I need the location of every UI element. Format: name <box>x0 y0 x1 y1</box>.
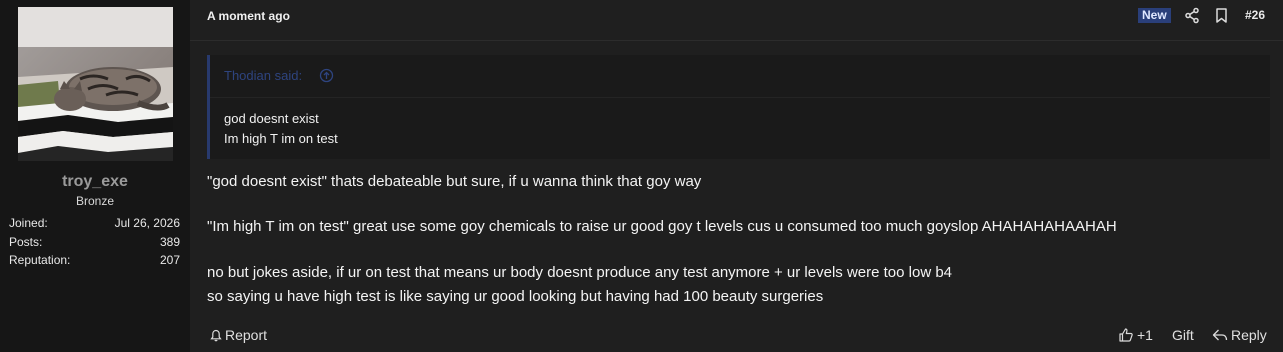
thumbs-up-icon <box>1118 327 1134 343</box>
report-button[interactable]: Report <box>210 327 267 343</box>
stat-label: Reputation: <box>9 253 71 267</box>
quote-header: Thodian said: <box>210 55 1270 98</box>
gift-button[interactable]: Gift <box>1172 327 1194 343</box>
avatar[interactable] <box>18 7 173 161</box>
reply-arrow-icon <box>1212 328 1228 342</box>
new-badge: New <box>1138 8 1171 23</box>
reply-button[interactable]: Reply <box>1212 327 1267 343</box>
post-timestamp[interactable]: A moment ago <box>207 9 290 23</box>
gift-label: Gift <box>1172 327 1194 343</box>
post-body-line: no but jokes aside, if ur on test that m… <box>207 264 953 281</box>
avatar-image <box>18 7 173 161</box>
reply-label: Reply <box>1231 327 1267 343</box>
post-body-line: "god doesnt exist" thats debateable but … <box>207 173 702 190</box>
share-icon[interactable] <box>1184 7 1201 24</box>
arrow-up-circle-icon[interactable] <box>319 68 334 88</box>
stat-label: Posts: <box>9 235 43 249</box>
like-button[interactable]: +1 <box>1118 327 1153 343</box>
like-count: +1 <box>1137 327 1153 343</box>
stat-value: Jul 26, 2026 <box>114 216 180 230</box>
post: A moment ago New #26 Thodian said: god d… <box>190 0 1283 352</box>
quote-block: Thodian said: god doesnt exist Im high T… <box>207 55 1270 159</box>
post-body-line: "Im high T im on test" great use some go… <box>207 218 1117 235</box>
username[interactable]: troy_exe <box>0 173 190 191</box>
bell-icon <box>210 329 222 342</box>
stat-value: 207 <box>159 253 180 267</box>
bookmark-icon[interactable] <box>1213 7 1230 24</box>
post-body-line: so saying u have high test is like sayin… <box>207 288 824 305</box>
report-label: Report <box>225 327 268 343</box>
quote-text-line: Im high T im on test <box>224 131 338 146</box>
user-column: troy_exe Bronze Joined: Jul 26, 2026 Pos… <box>0 0 190 352</box>
stat-label: Joined: <box>9 216 48 230</box>
stat-value: 389 <box>159 235 180 249</box>
quote-author-link[interactable]: Thodian said: <box>224 68 302 83</box>
user-rank: Bronze <box>75 194 115 208</box>
quote-text-line: god doesnt exist <box>224 111 319 126</box>
post-header: A moment ago New #26 <box>190 0 1283 41</box>
post-number[interactable]: #26 <box>1245 8 1265 22</box>
